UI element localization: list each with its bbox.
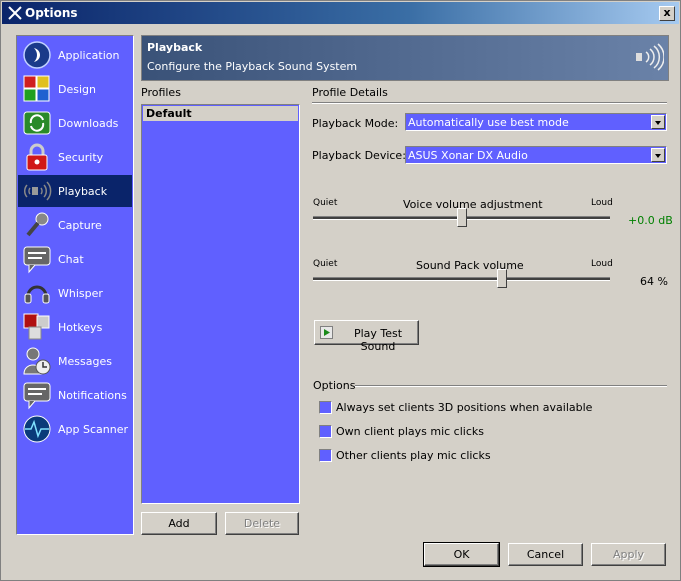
checkbox-3d-positions[interactable] [319, 401, 332, 414]
play-test-sound-button[interactable]: Play Test Sound [314, 320, 419, 353]
options-icon [8, 6, 22, 20]
sidebar-item-whisper[interactable]: Whisper [18, 277, 132, 309]
messages-icon [23, 347, 51, 375]
checkbox-other-mic-clicks[interactable] [319, 449, 332, 462]
sidebar-item-label: Design [58, 83, 96, 96]
profiles-list[interactable]: Default [141, 104, 300, 504]
notifications-icon [23, 382, 51, 410]
voice-quiet-label: Quiet [313, 198, 338, 208]
page-subtitle: Configure the Playback Sound System [147, 60, 358, 73]
close-icon: x [663, 6, 671, 19]
playback-mode-value: Automatically use best mode [408, 116, 569, 129]
chevron-down-icon[interactable] [651, 115, 665, 129]
microphone-icon [26, 212, 49, 237]
playback-device-value: ASUS Xonar DX Audio [408, 149, 528, 162]
title-bar[interactable]: Options x [2, 2, 679, 24]
playback-device-label: Playback Device: [312, 149, 406, 162]
soundpack-volume-title: Sound Pack volume [416, 259, 524, 272]
sidebar-item-label: Downloads [58, 117, 119, 130]
sidebar-item-playback[interactable]: Playback [18, 175, 132, 207]
sidebar-item-chat[interactable]: Chat [18, 243, 132, 275]
close-button[interactable]: x [659, 6, 675, 21]
sidebar-item-capture[interactable]: Capture [18, 209, 132, 241]
voice-volume-slider-thumb[interactable] [457, 208, 467, 227]
chat-icon [23, 246, 51, 274]
sidebar-item-label: Whisper [58, 287, 103, 300]
profile-details-heading: Profile Details [312, 86, 388, 99]
page-header: Playback Configure the Playback Sound Sy… [141, 35, 669, 81]
delete-profile-button[interactable]: Delete [225, 512, 299, 535]
scanner-icon [23, 415, 51, 443]
sidebar-item-label: Chat [58, 253, 84, 266]
soundpack-loud-label: Loud [591, 259, 613, 269]
play-test-sound-label: Play Test Sound [353, 327, 403, 353]
window-title: Options [25, 6, 78, 20]
chevron-down-icon[interactable] [651, 148, 665, 162]
sidebar-item-label: Notifications [58, 389, 127, 402]
ok-button[interactable]: OK [423, 542, 500, 567]
speaker-icon [23, 181, 52, 201]
playback-mode-select[interactable]: Automatically use best mode [405, 113, 667, 131]
sidebar-item-design[interactable]: Design [18, 73, 132, 105]
soundpack-volume-slider-thumb[interactable] [497, 269, 507, 288]
page-title: Playback [147, 41, 203, 54]
sidebar-item-application[interactable]: Application [18, 39, 132, 71]
category-sidebar: Application Design Downloads Security Pl… [16, 35, 134, 535]
sidebar-item-label: Capture [58, 219, 102, 232]
sidebar-item-label: Security [58, 151, 104, 164]
checkbox-own-mic-clicks[interactable] [319, 425, 332, 438]
sidebar-item-label: Playback [58, 185, 108, 198]
design-icon [23, 75, 50, 102]
sidebar-item-label: Application [58, 49, 120, 62]
voice-loud-label: Loud [591, 198, 613, 208]
options-heading: Options [313, 379, 356, 392]
profiles-heading: Profiles [141, 86, 181, 99]
soundpack-volume-track[interactable] [313, 277, 610, 281]
sidebar-item-label: App Scanner [58, 423, 128, 436]
cancel-button[interactable]: Cancel [508, 543, 583, 566]
sidebar-item-label: Hotkeys [58, 321, 103, 334]
option-label: Own client plays mic clicks [336, 425, 484, 438]
voice-volume-title: Voice volume adjustment [403, 198, 543, 211]
options-window: Options x Application Design Downloads S… [0, 0, 681, 581]
sidebar-item-downloads[interactable]: Downloads [18, 107, 132, 139]
play-icon [320, 326, 333, 339]
divider [355, 385, 667, 387]
apply-button[interactable]: Apply [591, 543, 666, 566]
option-label: Always set clients 3D positions when ava… [336, 401, 593, 414]
playback-mode-label: Playback Mode: [312, 117, 399, 130]
hotkeys-icon [23, 313, 50, 340]
headset-icon [24, 285, 50, 304]
sidebar-item-messages[interactable]: Messages [18, 345, 132, 377]
sidebar-item-notifications[interactable]: Notifications [18, 379, 132, 411]
speaker-icon [636, 43, 664, 71]
voice-volume-value: +0.0 dB [628, 214, 673, 227]
add-profile-button[interactable]: Add [141, 512, 217, 535]
sidebar-item-label: Messages [58, 355, 112, 368]
sidebar-item-hotkeys[interactable]: Hotkeys [18, 311, 132, 343]
sidebar-item-security[interactable]: Security [18, 141, 132, 173]
soundpack-quiet-label: Quiet [313, 259, 338, 269]
sidebar-item-app-scanner[interactable]: App Scanner [18, 413, 132, 445]
downloads-icon [23, 111, 51, 135]
soundpack-volume-value: 64 % [640, 275, 668, 288]
application-icon [23, 41, 51, 69]
divider [312, 102, 667, 104]
option-label: Other clients play mic clicks [336, 449, 491, 462]
lock-icon [26, 143, 48, 171]
list-item[interactable]: Default [143, 106, 298, 121]
playback-device-select[interactable]: ASUS Xonar DX Audio [405, 146, 667, 164]
